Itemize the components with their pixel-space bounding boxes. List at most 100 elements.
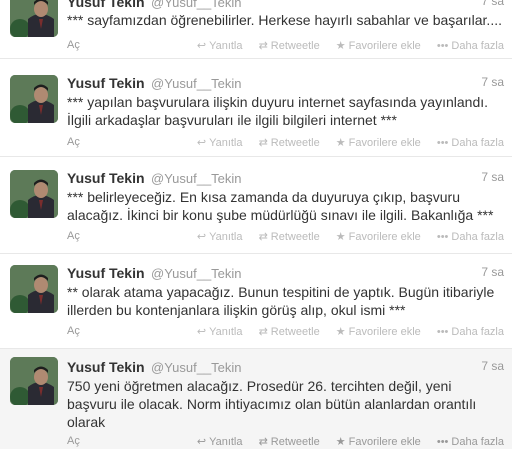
reply-label: Yanıtla <box>209 40 243 52</box>
reply-label: Yanıtla <box>209 436 243 448</box>
tweet-item[interactable]: *** sayfamızdan öğrenebilirler. Herkese … <box>0 0 512 59</box>
tweet-actions: ↩ Yanıtla ⇄ Retweetle ★ Favorilere ekle •••… <box>184 39 504 52</box>
tweet-fullname[interactable]: Yusuf Tekin <box>67 170 145 186</box>
tweet-time[interactable]: 7 sa <box>481 359 504 373</box>
tweet-item[interactable]: Yusuf Tekin @Yusuf__Tekin 7 sa ** olarak… <box>0 254 512 349</box>
retweet-label: Retweetle <box>270 326 320 338</box>
favorite-action[interactable]: ★ Favorilere ekle <box>336 39 421 52</box>
tweet-footer: Aç ↩ Yanıtla ⇄ Retweetle ★ Favorilere ekle … <box>67 136 504 150</box>
tweet-footer: Aç ↩ Yanıtla ⇄ Retweetle ★ Favorilere ekle … <box>67 39 504 53</box>
tweet-item[interactable]: Yusuf Tekin @Yusuf__Tekin 7 sa *** yapıl… <box>0 60 512 157</box>
tweet-header: Yusuf Tekin @Yusuf__Tekin 7 sa <box>67 359 504 377</box>
tweet-time[interactable]: 7 sa <box>481 0 504 8</box>
retweet-action[interactable]: ⇄ Retweetle <box>259 325 320 338</box>
favorite-label: Favorilere ekle <box>348 436 421 448</box>
reply-action[interactable]: ↩ Yanıtla <box>197 39 243 52</box>
tweet-footer: Aç ↩ Yanıtla ⇄ Retweetle ★ Favorilere ekle … <box>67 230 504 244</box>
retweet-label: Retweetle <box>270 137 320 149</box>
tweet-header: Yusuf Tekin @Yusuf__Tekin 7 sa <box>67 265 504 283</box>
tweet-footer: Aç ↩ Yanıtla ⇄ Retweetle ★ Favorilere ekle … <box>67 435 504 449</box>
tweet-text: *** yapılan başvurulara ilişkin duyuru i… <box>67 94 489 128</box>
favorite-action[interactable]: ★ Favorilere ekle <box>336 136 421 149</box>
reply-action[interactable]: ↩ Yanıtla <box>197 325 243 338</box>
reply-label: Yanıtla <box>209 231 243 243</box>
tweet-fullname[interactable]: Yusuf Tekin <box>67 359 145 375</box>
more-action[interactable]: ••• Daha fazla <box>437 40 504 52</box>
tweet-time[interactable]: 7 sa <box>481 265 504 279</box>
more-action[interactable]: ••• Daha fazla <box>437 326 504 338</box>
reply-icon: ↩ <box>196 326 207 338</box>
reply-label: Yanıtla <box>209 326 243 338</box>
retweet-action[interactable]: ⇄ Retweetle <box>259 39 320 52</box>
favorite-label: Favorilere ekle <box>348 40 421 52</box>
tweet-text: ** olarak atama yapacağız. Bunun tespiti… <box>67 284 495 318</box>
expand-link[interactable]: Aç <box>67 325 80 337</box>
star-icon: ★ <box>335 40 346 52</box>
tweet-text: *** sayfamızdan öğrenebilirler. Herkese … <box>67 12 502 28</box>
reply-action[interactable]: ↩ Yanıtla <box>197 230 243 243</box>
reply-icon: ↩ <box>196 40 207 52</box>
star-icon: ★ <box>335 137 346 149</box>
tweet-item[interactable]: Yusuf Tekin @Yusuf__Tekin 7 sa *** belir… <box>0 157 512 254</box>
tweet-actions: ↩ Yanıtla ⇄ Retweetle ★ Favorilere ekle •••… <box>184 325 504 338</box>
reply-icon: ↩ <box>196 436 207 448</box>
favorite-action[interactable]: ★ Favorilere ekle <box>336 230 421 243</box>
avatar[interactable] <box>10 170 58 218</box>
tweet-actions: ↩ Yanıtla ⇄ Retweetle ★ Favorilere ekle •••… <box>184 136 504 149</box>
expand-link[interactable]: Aç <box>67 39 80 51</box>
expand-link[interactable]: Aç <box>67 435 80 447</box>
expand-link[interactable]: Aç <box>67 230 80 242</box>
more-dots-icon: ••• <box>436 40 449 52</box>
reply-action[interactable]: ↩ Yanıtla <box>197 136 243 149</box>
more-dots-icon: ••• <box>436 137 449 149</box>
tweet-item[interactable]: Yusuf Tekin @Yusuf__Tekin 7 sa 750 yeni … <box>0 349 512 449</box>
favorite-action[interactable]: ★ Favorilere ekle <box>336 325 421 338</box>
retweet-action[interactable]: ⇄ Retweetle <box>259 230 320 243</box>
tweet-fullname[interactable]: Yusuf Tekin <box>67 265 145 281</box>
tweet-text: 750 yeni öğretmen alacağız. Prosedür 26.… <box>67 378 477 430</box>
retweet-label: Retweetle <box>270 436 320 448</box>
retweet-action[interactable]: ⇄ Retweetle <box>259 136 320 149</box>
more-label: Daha fazla <box>451 40 504 52</box>
more-dots-icon: ••• <box>436 326 449 338</box>
tweet-actions: ↩ Yanıtla ⇄ Retweetle ★ Favorilere ekle •••… <box>184 435 504 448</box>
star-icon: ★ <box>335 326 346 338</box>
more-label: Daha fazla <box>451 231 504 243</box>
tweet-time[interactable]: 7 sa <box>481 170 504 184</box>
retweet-icon: ⇄ <box>258 326 268 338</box>
retweet-icon: ⇄ <box>258 436 268 448</box>
tweet-username[interactable]: @Yusuf__Tekin <box>151 0 242 10</box>
retweet-icon: ⇄ <box>258 231 268 243</box>
avatar[interactable] <box>10 75 58 123</box>
tweet-fullname[interactable]: Yusuf Tekin <box>67 0 145 10</box>
avatar[interactable] <box>10 265 58 313</box>
avatar[interactable] <box>10 357 58 405</box>
more-dots-icon: ••• <box>436 231 449 243</box>
favorite-label: Favorilere ekle <box>348 231 421 243</box>
reply-label: Yanıtla <box>209 137 243 149</box>
tweet-footer: Aç ↩ Yanıtla ⇄ Retweetle ★ Favorilere ekle … <box>67 325 504 339</box>
more-action[interactable]: ••• Daha fazla <box>437 436 504 448</box>
reply-icon: ↩ <box>196 231 207 243</box>
tweet-username[interactable]: @Yusuf__Tekin <box>151 171 242 186</box>
retweet-action[interactable]: ⇄ Retweetle <box>259 435 320 448</box>
tweet-username[interactable]: @Yusuf__Tekin <box>151 266 242 281</box>
tweet-text: *** belirleyeceğiz. En kısa zamanda da d… <box>67 189 494 223</box>
tweet-header: Yusuf Tekin @Yusuf__Tekin 7 sa <box>67 0 504 12</box>
favorite-label: Favorilere ekle <box>348 137 421 149</box>
more-label: Daha fazla <box>451 137 504 149</box>
tweet-header: Yusuf Tekin @Yusuf__Tekin 7 sa <box>67 170 504 188</box>
favorite-action[interactable]: ★ Favorilere ekle <box>336 435 421 448</box>
favorite-label: Favorilere ekle <box>348 326 421 338</box>
tweet-username[interactable]: @Yusuf__Tekin <box>151 360 242 375</box>
reply-action[interactable]: ↩ Yanıtla <box>197 435 243 448</box>
more-label: Daha fazla <box>451 326 504 338</box>
tweet-fullname[interactable]: Yusuf Tekin <box>67 75 145 91</box>
more-action[interactable]: ••• Daha fazla <box>437 137 504 149</box>
more-action[interactable]: ••• Daha fazla <box>437 231 504 243</box>
expand-link[interactable]: Aç <box>67 136 80 148</box>
tweet-time[interactable]: 7 sa <box>481 75 504 89</box>
more-label: Daha fazla <box>451 436 504 448</box>
tweet-username[interactable]: @Yusuf__Tekin <box>151 76 242 91</box>
avatar[interactable] <box>10 0 58 37</box>
